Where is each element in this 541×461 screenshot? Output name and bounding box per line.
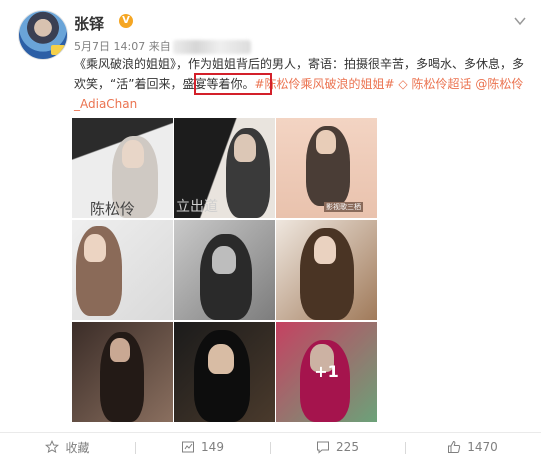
- photo-face: [234, 134, 256, 162]
- repost-count: 149: [201, 440, 224, 454]
- image-thumb-4[interactable]: [72, 220, 173, 320]
- diamond-icon: ◇: [398, 77, 408, 91]
- verified-icon: V: [119, 14, 133, 28]
- chevron-down-icon[interactable]: [513, 14, 527, 28]
- comment-count: 225: [336, 440, 359, 454]
- avatar[interactable]: [18, 10, 68, 60]
- super-topic-link[interactable]: ◇ 陈松伶超话: [398, 77, 471, 91]
- image-overlay-text: 立出道: [176, 199, 218, 215]
- comment-icon: [317, 441, 330, 454]
- hashtag-link[interactable]: #陈松伶乘风破浪的姐姐#: [254, 77, 394, 91]
- highlighted-text: “活”着回来，: [110, 77, 183, 91]
- photo-face: [122, 140, 144, 168]
- photo-face: [314, 236, 336, 264]
- thumb-up-icon: [448, 440, 461, 453]
- favorite-label: 收藏: [65, 440, 90, 455]
- image-thumb-5[interactable]: [174, 220, 275, 320]
- username[interactable]: 张铎: [74, 13, 104, 34]
- more-images-count[interactable]: +1: [276, 322, 377, 422]
- post-text: 《乘风破浪的姐姐》，作为姐姐背后的男人，寄语：拍摄很辛苦，多喝水、多休息，多欢笑…: [74, 54, 526, 114]
- photo-face: [212, 246, 236, 274]
- image-overlay-text: 陈松伶: [90, 200, 136, 218]
- super-topic-label: 陈松伶超话: [411, 77, 472, 91]
- image-thumb-3[interactable]: 影视歌三栖: [276, 118, 377, 218]
- repost-button[interactable]: 149: [135, 433, 270, 461]
- favorite-button[interactable]: 收藏: [0, 433, 135, 461]
- red-annotation-box: [194, 73, 272, 95]
- photo-face: [110, 338, 130, 362]
- repost-icon: [182, 441, 195, 453]
- avatar-badge: [51, 45, 65, 55]
- image-thumb-8[interactable]: [174, 322, 275, 422]
- image-thumb-9[interactable]: +1: [276, 322, 377, 422]
- image-grid: 陈松伶 立出道 影视歌三栖 +1: [72, 118, 377, 424]
- weibo-post-card: 张铎 V 5月7日 14:07 来自 《乘风破浪的姐姐》，作为姐姐背后的男人，寄…: [0, 0, 541, 461]
- image-thumb-6[interactable]: [276, 220, 377, 320]
- image-thumb-1[interactable]: 陈松伶: [72, 118, 173, 218]
- image-thumb-7[interactable]: [72, 322, 173, 422]
- like-count: 1470: [467, 440, 498, 454]
- blurred-source: [172, 40, 251, 54]
- photo-face: [84, 234, 106, 262]
- image-overlay-text: 影视歌三栖: [324, 202, 363, 212]
- star-icon: [45, 440, 60, 454]
- photo-face: [316, 130, 336, 154]
- post-source-prefix: 来自: [148, 40, 171, 53]
- comment-button[interactable]: 225: [270, 433, 405, 461]
- post-meta: 5月7日 14:07 来自: [74, 38, 251, 54]
- action-bar: 收藏 149 225 1470: [0, 433, 541, 461]
- like-button[interactable]: 1470: [405, 433, 540, 461]
- image-thumb-2[interactable]: 立出道: [174, 118, 275, 218]
- post-date[interactable]: 5月7日 14:07: [74, 40, 145, 53]
- photo-face: [208, 344, 234, 374]
